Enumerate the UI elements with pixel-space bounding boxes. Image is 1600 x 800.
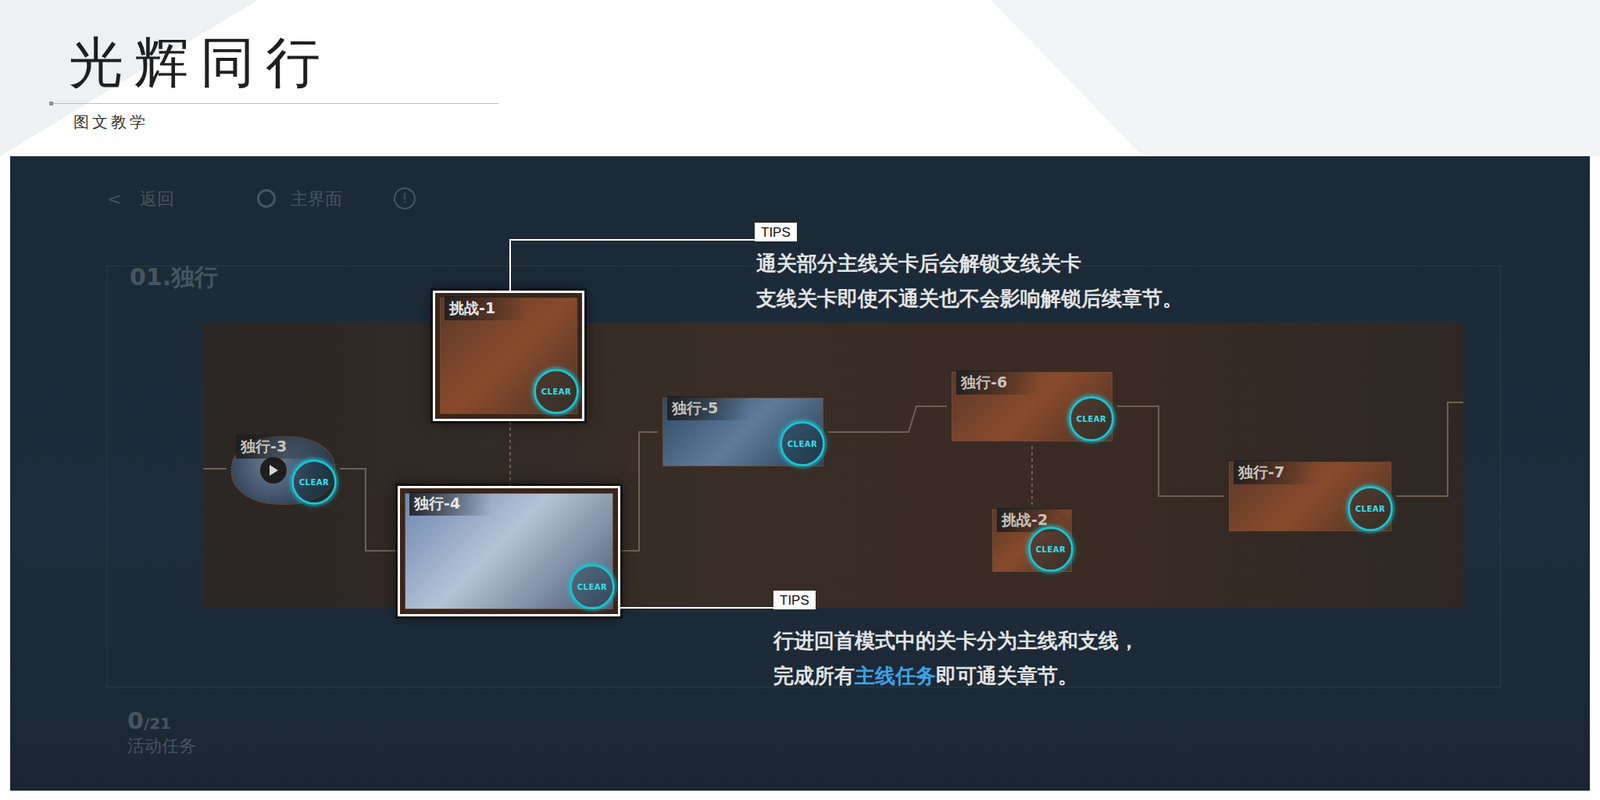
- play-icon[interactable]: [260, 457, 287, 484]
- stage-label: 独行-5: [667, 396, 750, 421]
- task-count: 0/21: [127, 703, 172, 739]
- chapter-title: 01.独行: [129, 259, 218, 295]
- back-icon[interactable]: <: [107, 185, 122, 212]
- stage-node[interactable]: 挑战-2CLEAR: [987, 504, 1077, 577]
- home-icon[interactable]: [257, 189, 276, 208]
- stage-node[interactable]: 独行-3CLEAR: [226, 431, 340, 510]
- info-icon[interactable]: !: [393, 187, 416, 210]
- stage-node[interactable]: 独行-5 CLEAR: [657, 392, 829, 472]
- clear-badge: CLEAR: [1028, 526, 1074, 572]
- tip-line: 通关部分主线关卡后会解锁支线关卡: [756, 246, 1183, 282]
- clear-badge: CLEAR: [291, 459, 337, 505]
- back-button[interactable]: 返回: [139, 185, 175, 212]
- home-button[interactable]: 主界面: [290, 185, 343, 212]
- tip-segment: 行进回首模式中的关卡分为主线和支线，: [773, 628, 1140, 653]
- tip-line: 行进回首模式中的关卡分为主线和支线，: [773, 623, 1140, 659]
- slide-title: 光辉同行: [68, 34, 1600, 93]
- callout-line: [620, 607, 774, 609]
- stage-node[interactable]: 独行-4 CLEAR: [397, 485, 621, 617]
- stage-node[interactable]: 独行-7 CLEAR: [1224, 457, 1397, 536]
- tip-line: 支线关卡即使不通关也不会影响解锁后续章节。: [756, 281, 1183, 317]
- stage-label: 独行-3: [235, 434, 318, 459]
- task-label[interactable]: 活动任务: [127, 732, 197, 759]
- clear-badge: CLEAR: [779, 421, 825, 467]
- tip-segment: 完成所有: [773, 664, 855, 688]
- stage-label: 独行-4: [409, 491, 492, 516]
- slide-header: 光辉同行 图文教学: [0, 0, 1600, 157]
- clear-badge: CLEAR: [533, 368, 579, 415]
- stage-node[interactable]: 独行-6 CLEAR: [946, 367, 1118, 447]
- tip-text: 通关部分主线关卡后会解锁支线关卡支线关卡即使不通关也不会影响解锁后续章节。: [756, 246, 1183, 317]
- stage-label: 挑战-1: [444, 296, 527, 321]
- callout-line: [509, 239, 755, 241]
- tip-text: 行进回首模式中的关卡分为主线和支线， 完成所有主线任务即可通关章节。: [773, 623, 1140, 694]
- tips-tag: TIPS: [754, 222, 797, 242]
- tip-segment: 主线任务: [854, 664, 936, 688]
- stage-label: 独行-6: [956, 370, 1039, 395]
- clear-badge: CLEAR: [1068, 396, 1115, 442]
- clear-badge: CLEAR: [1347, 485, 1393, 532]
- stage-label: 挑战-2: [996, 507, 1079, 533]
- stage-node[interactable]: 挑战-1 CLEAR: [432, 290, 585, 422]
- tip-line: 完成所有主线任务即可通关章节。: [773, 658, 1140, 694]
- clear-badge: CLEAR: [569, 564, 615, 610]
- tip-segment: 通关部分主线关卡后会解锁支线关卡: [756, 251, 1082, 275]
- tip-segment: 支线关卡即使不通关也不会影响解锁后续章节。: [756, 286, 1183, 311]
- game-screenshot: <返回主界面!01.独行0/21活动任务挑战-1CLEAR独行-3CLEAR独行…: [10, 156, 1590, 791]
- stage-label: 独行-7: [1233, 460, 1316, 485]
- slide-subtitle: 图文教学: [73, 110, 149, 134]
- tips-tag: TIPS: [773, 590, 816, 610]
- tip-segment: 即可通关章节。: [935, 664, 1079, 688]
- callout-line: [509, 239, 511, 291]
